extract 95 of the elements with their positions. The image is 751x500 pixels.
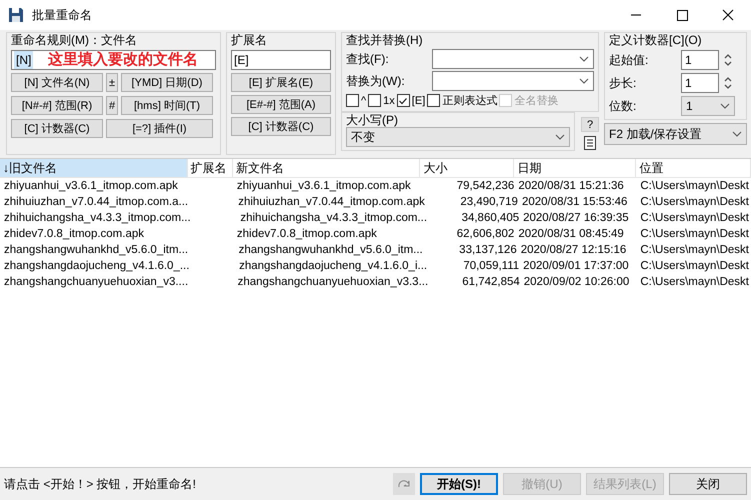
- table-cell: zhangshangchuanyuehuoxian_v3.3...: [238, 276, 428, 288]
- rule-button[interactable]: [YMD] 日期(D): [121, 73, 213, 92]
- settings-dropdown[interactable]: F2 加载/保存设置: [604, 123, 747, 145]
- table-cell: 33,137,126: [459, 244, 517, 256]
- extension-rule-field[interactable]: [E]: [231, 50, 331, 70]
- find-label: 查找(F):: [346, 50, 390, 68]
- rule-button[interactable]: [E] 扩展名(E): [231, 73, 331, 92]
- table-cell: 34,860,405: [462, 212, 520, 224]
- rule-button[interactable]: [hms] 时间(T): [121, 96, 213, 115]
- replace-label: 替换为(W):: [346, 72, 406, 90]
- start-value-label: 起始值:: [609, 52, 650, 68]
- table-cell: 2020/08/27 12:15:16: [520, 244, 626, 256]
- table-cell: 2020/08/27 16:39:35: [523, 212, 629, 224]
- find-replace-title: 查找并替换(H): [346, 33, 424, 47]
- table-cell: 2020/08/31 15:21:36: [518, 180, 624, 192]
- table-cell: zhiyuanhui_v3.6.1_itmop.com.apk: [236, 180, 411, 192]
- digits-label: 位数:: [609, 98, 638, 114]
- rule-button[interactable]: [=?] 插件(I): [106, 119, 213, 138]
- rule-button[interactable]: ±: [106, 73, 118, 92]
- annotation-text: 这里填入要改的文件名: [48, 50, 198, 70]
- rule-button[interactable]: [N#-#] 范围(R): [11, 96, 103, 115]
- table-cell: C:\Users\mayn\Deskt: [640, 244, 749, 256]
- rule-button[interactable]: [N] 文件名(N): [11, 73, 103, 92]
- checkbox-label: 全名替换: [514, 94, 558, 108]
- column-header[interactable]: 日期: [514, 159, 636, 177]
- status-message: 请点击 <开始！> 按钮，开始重命名!: [4, 476, 198, 492]
- chevron-down-icon: [720, 103, 730, 109]
- table-cell: zhihuichangsha_v4.3.3_itmop.com...: [240, 212, 428, 224]
- checkbox[interactable]: [368, 94, 382, 107]
- checkbox-label: 1x: [383, 94, 395, 106]
- column-header[interactable]: 扩展名: [188, 159, 233, 177]
- table-cell: 70,059,111: [463, 260, 520, 272]
- replace-dropdown[interactable]: [432, 71, 594, 91]
- checkbox-label: 正则表达式: [442, 94, 498, 108]
- table-cell: 79,542,236: [456, 180, 514, 192]
- checkbox[interactable]: [396, 94, 410, 107]
- table-cell: zhihuichangsha_v4.3.3_itmop.com...: [4, 212, 191, 224]
- status-button[interactable]: 开始(S)!: [420, 473, 498, 495]
- column-header[interactable]: 大小: [420, 159, 514, 177]
- table-cell: 2020/08/31 08:45:49: [518, 228, 624, 240]
- status-button[interactable]: 关闭: [669, 473, 747, 495]
- table-cell: 62,606,802: [456, 228, 514, 240]
- table-cell: zhihuiuzhan_v7.0.44_itmop.com.apk: [238, 196, 425, 208]
- column-header[interactable]: 新文件名: [232, 159, 420, 177]
- column-header[interactable]: 位置: [636, 159, 751, 177]
- table-cell: zhihuiuzhan_v7.0.44_itmop.com.a...: [4, 196, 188, 208]
- extension-label: 扩展名: [231, 33, 268, 47]
- dropdown-value: F2 加载/保存设置: [609, 126, 702, 142]
- help-button[interactable]: ?: [581, 117, 599, 132]
- table-cell: zhangshangwuhankhd_v5.6.0_itm...: [238, 244, 423, 256]
- chevron-down-icon: [579, 56, 589, 62]
- table-cell: C:\Users\mayn\Deskt: [640, 212, 749, 224]
- checkbox[interactable]: [346, 94, 359, 107]
- table-cell: C:\Users\mayn\Deskt: [640, 196, 749, 208]
- rule-button[interactable]: #: [106, 96, 118, 115]
- column-header[interactable]: ↓旧文件名: [0, 159, 188, 177]
- rule-button[interactable]: [E#-#] 范围(A): [231, 95, 331, 114]
- rule-button[interactable]: [C] 计数器(C): [11, 119, 103, 138]
- table-cell: 2020/09/02 10:26:00: [524, 276, 630, 288]
- list-icon[interactable]: [582, 135, 598, 151]
- window-title: 批量重命名: [32, 6, 93, 24]
- table-cell: C:\Users\mayn\Deskt: [640, 228, 750, 240]
- dropdown-value: 1: [686, 99, 693, 113]
- table-cell: C:\Users\mayn\Deskt: [640, 276, 749, 288]
- table-cell: zhiyuanhui_v3.6.1_itmop.com.apk: [4, 180, 178, 192]
- find-dropdown[interactable]: [432, 49, 594, 69]
- step-field[interactable]: 1: [681, 73, 719, 93]
- start-value-field[interactable]: 1: [681, 50, 719, 70]
- table-cell: C:\Users\mayn\Deskt: [640, 260, 749, 272]
- dropdown-value: 不变: [351, 128, 375, 146]
- rename-rule-label: 重命名规则(M)：文件名: [11, 33, 138, 47]
- chevron-down-icon: [579, 78, 589, 84]
- case-label: 大小写(P): [346, 113, 399, 127]
- table-cell: 2020/08/31 15:53:46: [522, 196, 628, 208]
- counter-title: 定义计数器[C](O): [609, 33, 703, 47]
- checkbox-label: ^: [361, 94, 366, 106]
- rule-button[interactable]: [C] 计数器(C): [231, 117, 331, 136]
- table-cell: zhangshangdaojucheng_v4.1.6.0_...: [4, 260, 190, 272]
- table-cell: 2020/09/01 17:37:00: [523, 260, 629, 272]
- checkbox[interactable]: [427, 94, 440, 107]
- digits-dropdown[interactable]: 1: [681, 96, 735, 116]
- case-dropdown[interactable]: 不变: [346, 127, 570, 147]
- table-cell: zhangshangwuhankhd_v5.6.0_itm...: [4, 244, 188, 256]
- table-cell: zhangshangchuanyuehuoxian_v3....: [4, 276, 188, 288]
- table-cell: zhidev7.0.8_itmop.com.apk: [236, 228, 377, 240]
- chevron-down-icon: [555, 134, 565, 140]
- table-cell: C:\Users\mayn\Deskt: [640, 180, 750, 192]
- table-cell: 23,490,719: [460, 196, 518, 208]
- table-cell: 61,742,854: [462, 276, 520, 288]
- filename-rule-field[interactable]: [N] 这里填入要改的文件名: [11, 50, 216, 70]
- table-cell: zhangshangdaojucheng_v4.1.6.0_i...: [239, 260, 428, 272]
- step-label: 步长:: [609, 74, 638, 92]
- table-cell: zhidev7.0.8_itmop.com.apk: [4, 228, 144, 240]
- chevron-down-icon: [732, 131, 742, 137]
- checkbox-label: [E]: [412, 94, 426, 106]
